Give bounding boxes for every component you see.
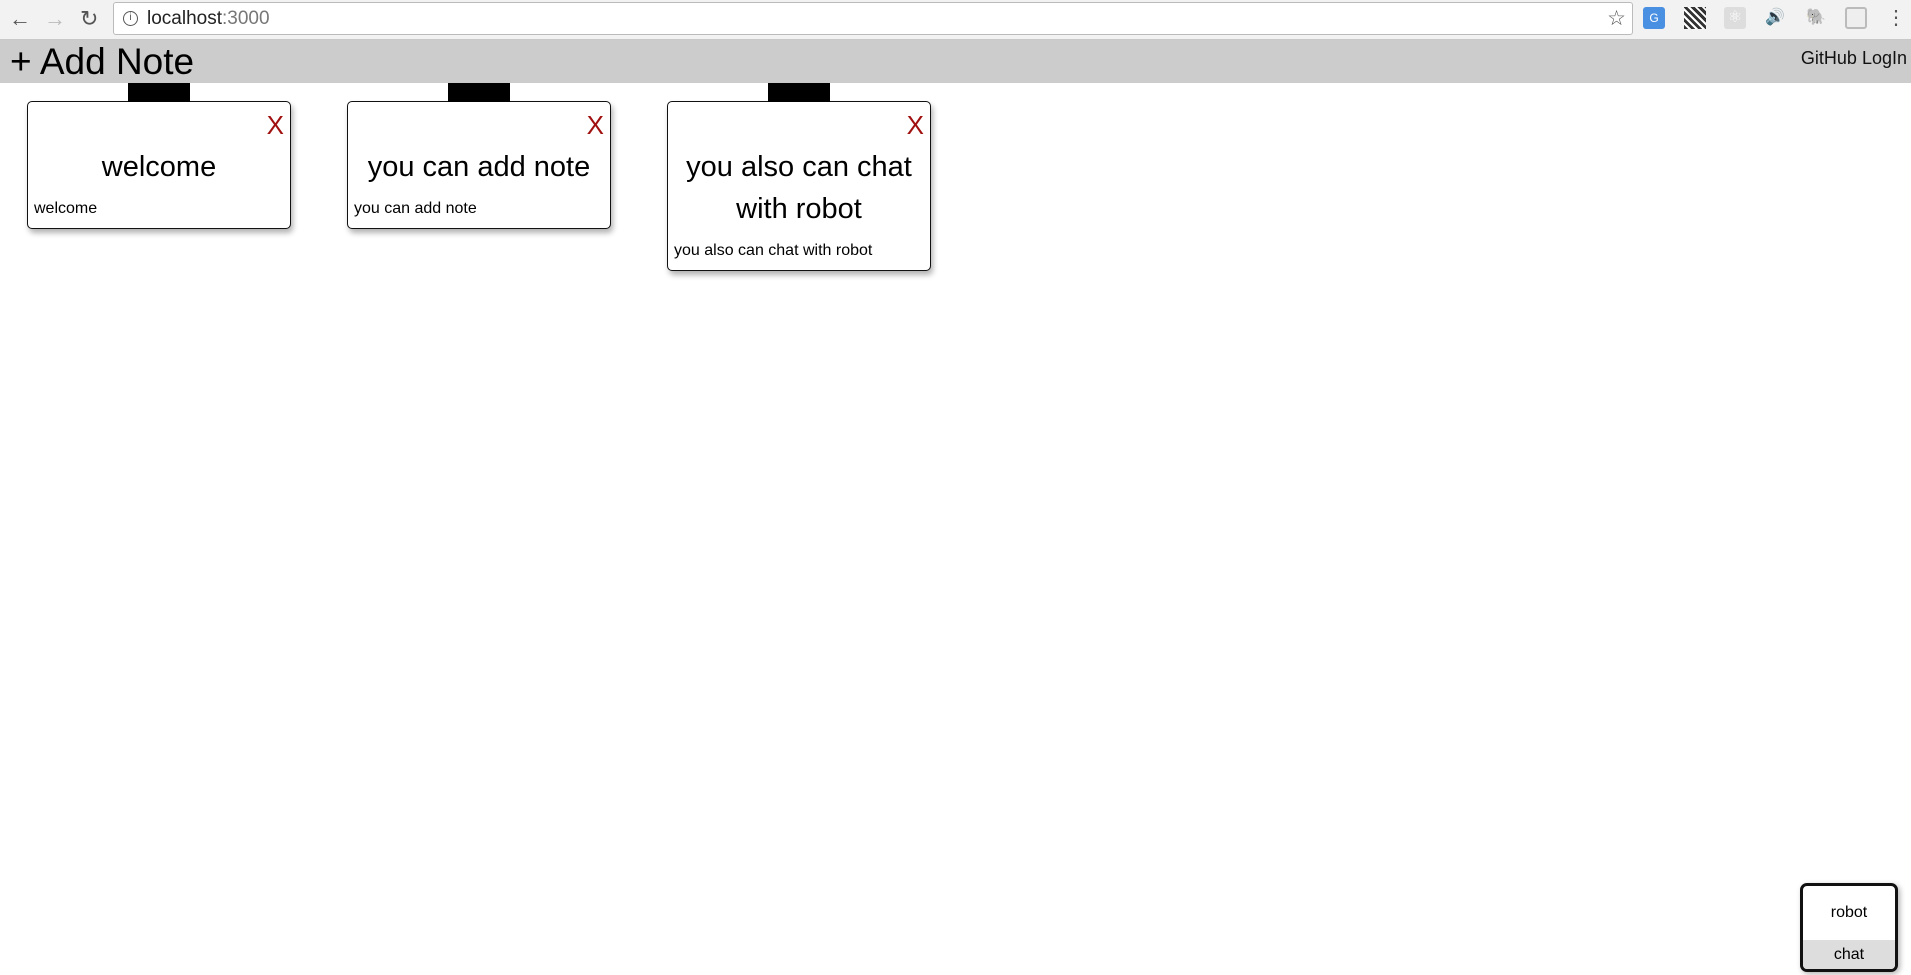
info-icon[interactable]: i [123,11,138,26]
note-card[interactable]: X welcome welcome [27,83,291,229]
note-title: you can add note [367,151,591,183]
evernote-icon[interactable]: 🐘 [1805,7,1827,29]
url-text: localhost:3000 [147,8,270,30]
forward-icon[interactable]: → [44,6,66,32]
note-title: you also can chat with robot [686,151,912,225]
robot-label: robot [1830,904,1868,921]
react-devtools-icon[interactable]: ⚛ [1724,7,1746,29]
app-header: + Add Note GitHub LogIn [0,40,1911,83]
qr-code-icon[interactable] [1684,7,1706,29]
note-drag-handle[interactable] [448,83,510,102]
url-port: :3000 [222,8,270,29]
bookmark-star-icon[interactable]: ☆ [1607,6,1626,31]
note-title: welcome [101,151,217,183]
note-drag-handle[interactable] [768,83,830,102]
close-note-button[interactable]: X [267,110,284,141]
url-host: localhost [147,8,222,29]
speaker-icon[interactable]: 🔊 [1764,7,1786,29]
close-note-button[interactable]: X [587,110,604,141]
note-body: you can add note [354,200,477,217]
robot-chat-widget[interactable]: robot chat [1800,883,1898,972]
add-note-button[interactable]: + Add Note [10,41,194,83]
note-body: welcome [34,200,98,217]
menu-icon[interactable]: ⋮ [1885,7,1907,29]
back-icon[interactable]: ← [9,6,31,32]
note-drag-handle[interactable] [128,83,190,102]
close-note-button[interactable]: X [907,110,924,141]
chat-button[interactable]: chat [1803,940,1895,969]
window-icon[interactable] [1845,7,1867,29]
address-bar[interactable]: i localhost:3000 ☆ [113,2,1633,35]
note-card[interactable]: X you also can chat with robot you also … [667,83,931,271]
note-body: you also can chat with robot [674,242,873,259]
translate-icon[interactable]: G [1643,7,1665,29]
reload-icon[interactable]: ↻ [80,6,98,32]
github-login-link[interactable]: GitHub LogIn [1801,48,1907,69]
note-card[interactable]: X you can add note you can add note [347,83,611,229]
browser-toolbar: ← → ↻ i localhost:3000 ☆ G ⚛ 🔊 🐘 ⋮ [0,0,1911,40]
